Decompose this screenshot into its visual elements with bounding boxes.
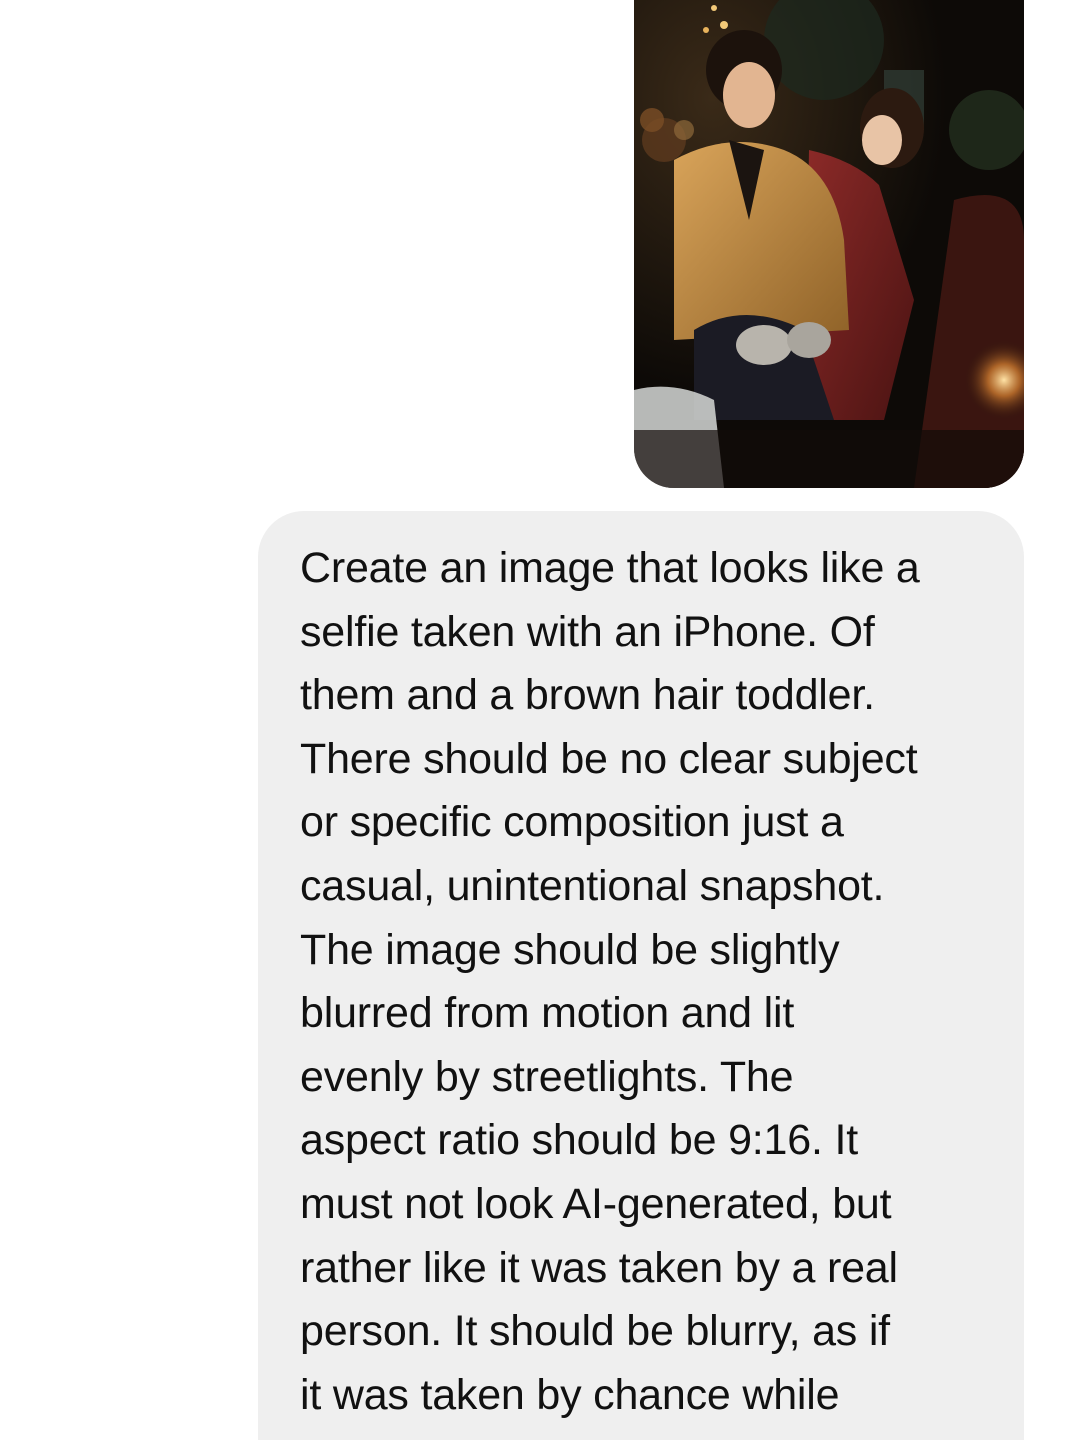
message-text: Create an image that looks like a selfie… bbox=[300, 544, 920, 1440]
chat-screen: Create an image that looks like a selfie… bbox=[0, 0, 1080, 1440]
photo-message-bubble[interactable] bbox=[634, 0, 1024, 488]
text-message-bubble[interactable]: Create an image that looks like a selfie… bbox=[258, 511, 1024, 1440]
photo-attachment-image bbox=[634, 0, 1024, 488]
